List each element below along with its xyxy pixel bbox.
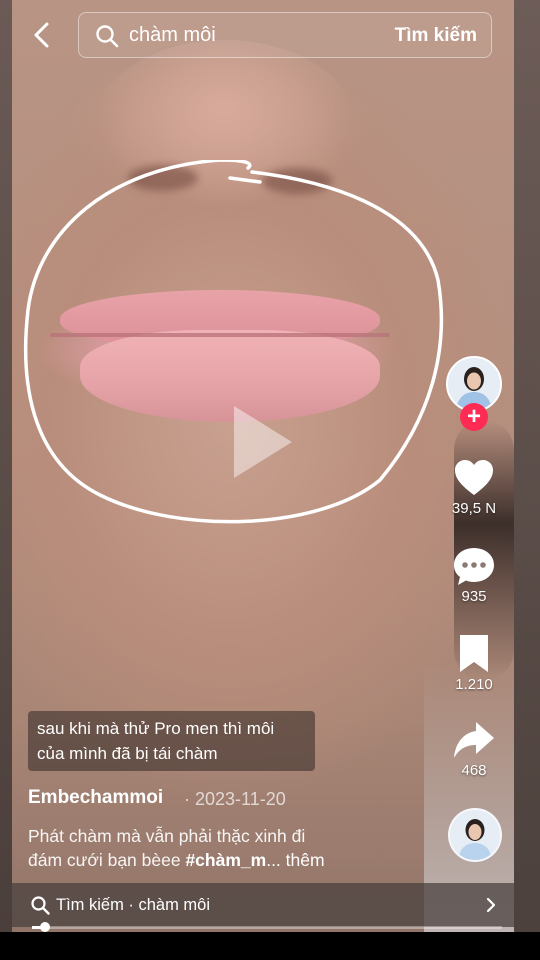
drawn-circle-annotation [23,160,444,524]
like-count: 39,5 N [451,500,497,517]
comment-count: 935 [461,588,487,605]
heart-icon[interactable] [452,456,496,500]
overlay-line-2: của mình đã bị tái chàm [37,744,218,763]
post-date: · 2023-11-20 [184,789,286,810]
hashtag-link[interactable]: #chàm_m [185,850,266,870]
description-line-1: Phát chàm mà vẫn phải thặc xinh đi [28,826,306,846]
right-edge [514,0,540,960]
search-icon [96,25,119,48]
search-box[interactable]: chàm môi Tìm kiếm [78,12,492,58]
system-nav-strip [0,932,540,960]
share-icon[interactable] [452,718,496,762]
comment-icon[interactable] [452,544,496,588]
left-edge [0,0,12,960]
follow-button[interactable]: + [460,403,488,431]
search-query-text[interactable]: chàm môi [129,24,216,47]
top-bar: chàm môi Tìm kiếm [0,0,540,72]
author-name[interactable]: Embechammoi [28,787,163,809]
video-progress-bar[interactable] [32,922,502,932]
description-text: đám cưới bạn bèee [28,850,186,870]
progress-knob[interactable] [40,922,51,932]
bookmark-icon[interactable] [452,632,496,676]
date-separator: · [184,789,195,809]
chevron-right-icon[interactable] [482,896,500,914]
description-line-2: đám cưới bạn bèee #chàm_m... thêm [28,850,325,871]
disc-person-icon [450,810,500,860]
date-value: 2023-11-20 [195,789,286,809]
back-arrow-icon[interactable] [28,20,58,50]
save-count: 1.210 [455,676,493,693]
video-screen[interactable]: chàm môi Tìm kiếm + 39,5 N 935 1.210 468… [0,0,540,960]
search-icon [31,896,50,915]
search-button[interactable]: Tìm kiếm [395,25,477,47]
related-search-bar[interactable]: Tìm kiếm · chàm môi [12,883,514,927]
more-link[interactable]: ... thêm [266,850,324,870]
play-icon[interactable] [234,406,292,478]
related-search-label[interactable]: Tìm kiếm · chàm môi [56,896,210,915]
overlay-line-1: sau khi mà thử Pro men thì môi [37,719,275,738]
music-disc[interactable] [448,808,502,862]
share-count: 468 [461,762,487,779]
video-text-overlay: sau khi mà thử Pro men thì môi của mình … [28,711,315,771]
